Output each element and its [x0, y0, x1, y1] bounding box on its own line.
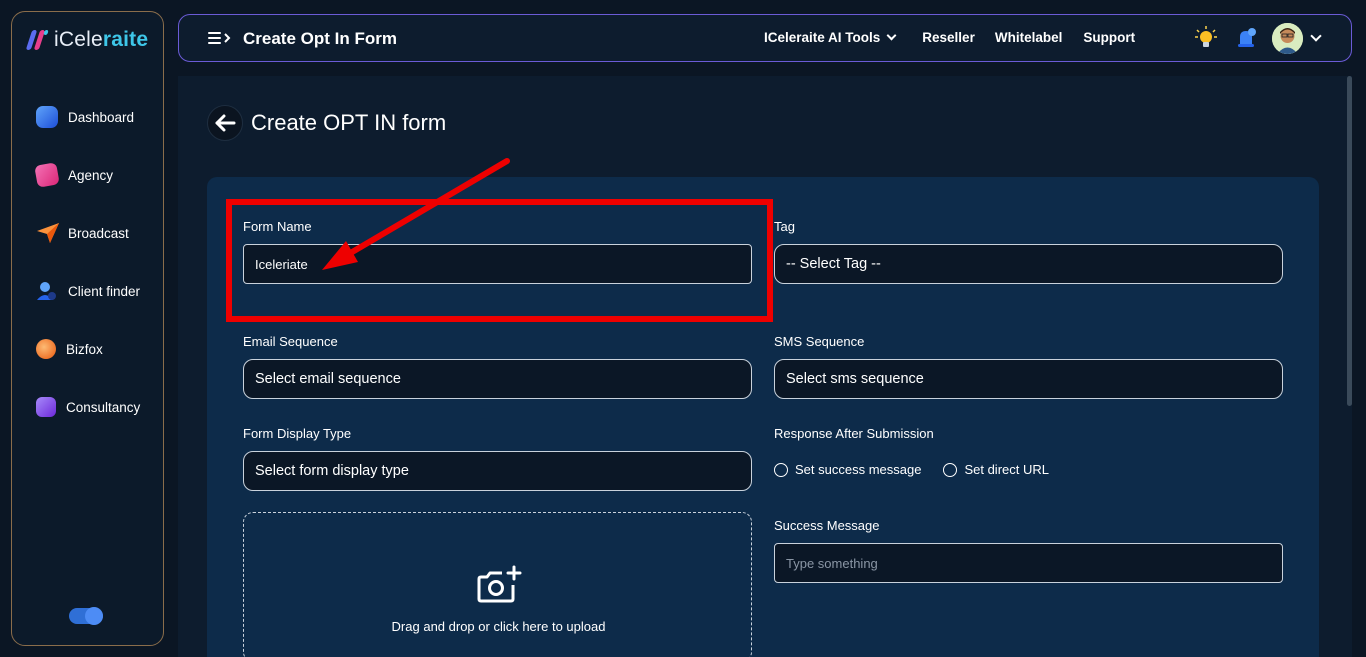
response-label: Response After Submission — [774, 426, 934, 441]
lightbulb-icon[interactable] — [1195, 26, 1217, 50]
brand-logo[interactable]: iCeleraite — [25, 28, 149, 52]
sms-sequence-label: SMS Sequence — [774, 334, 865, 349]
success-message-input[interactable] — [774, 543, 1283, 583]
user-avatar[interactable] — [1272, 23, 1303, 54]
tag-select[interactable]: -- Select Tag -- — [774, 244, 1283, 284]
top-bar: Create Opt In Form ICeleraite AI Tools R… — [178, 14, 1352, 62]
highlight-box — [226, 199, 773, 322]
whitelabel-link[interactable]: Whitelabel — [995, 30, 1063, 45]
email-sequence-label: Email Sequence — [243, 334, 338, 349]
sidebar-item-label: Consultancy — [66, 399, 141, 415]
sidebar-item-label: Broadcast — [68, 225, 129, 241]
bizfox-icon — [36, 339, 56, 359]
display-type-select[interactable]: Select form display type — [243, 451, 752, 491]
chevron-down-icon — [886, 30, 897, 41]
logo-mark-icon — [25, 29, 50, 51]
success-message-radio[interactable] — [774, 462, 788, 477]
back-button[interactable] — [207, 105, 243, 141]
email-sequence-select[interactable]: Select email sequence — [243, 359, 752, 399]
upload-hint: Drag and drop or click here to upload — [391, 619, 606, 634]
upload-dropzone[interactable]: Drag and drop or click here to upload — [243, 512, 752, 657]
sidebar-item-client-finder[interactable]: Client finder — [36, 262, 140, 320]
display-type-label: Form Display Type — [243, 426, 352, 441]
sidebar-item-dashboard[interactable]: Dashboard — [36, 88, 140, 146]
sidebar-item-label: Bizfox — [66, 341, 103, 357]
paper-plane-icon — [36, 222, 59, 244]
sidebar-nav: Dashboard Agency Broadcast Client finder… — [34, 88, 140, 436]
success-message-label: Success Message — [774, 518, 880, 533]
sms-sequence-select[interactable]: Select sms sequence — [774, 359, 1283, 399]
notification-bell-icon[interactable] — [1234, 27, 1258, 49]
consultancy-icon — [36, 397, 56, 417]
arrow-left-icon — [215, 114, 236, 132]
sidebar-item-consultancy[interactable]: Consultancy — [36, 378, 140, 436]
ai-tools-menu[interactable]: ICeleraite AI Tools — [764, 30, 897, 45]
reseller-link[interactable]: Reseller — [922, 30, 975, 45]
sidebar-item-agency[interactable]: Agency — [34, 146, 140, 204]
brand-name: iCeleraite — [54, 28, 149, 51]
agency-icon — [34, 162, 60, 188]
sidebar: iCeleraite Dashboard Agency Broadcast Cl… — [11, 11, 164, 646]
menu-toggle-icon[interactable] — [208, 31, 232, 47]
top-bar-title: Create Opt In Form — [243, 29, 397, 48]
dashboard-icon — [36, 106, 58, 128]
chevron-down-icon[interactable] — [1310, 30, 1322, 42]
top-nav-links: ICeleraite AI Tools Reseller Whitelabel … — [764, 30, 1135, 45]
sidebar-item-label: Dashboard — [68, 109, 135, 125]
scrollbar[interactable] — [1347, 76, 1352, 406]
support-link[interactable]: Support — [1083, 30, 1135, 45]
response-radio-group: Set success message Set direct URL — [774, 462, 1049, 477]
sidebar-item-label: Client finder — [68, 283, 141, 299]
sidebar-item-broadcast[interactable]: Broadcast — [36, 204, 140, 262]
direct-url-radio[interactable] — [943, 462, 958, 477]
client-finder-icon — [36, 280, 58, 302]
sidebar-item-bizfox[interactable]: Bizfox — [36, 320, 140, 378]
sidebar-item-label: Agency — [68, 167, 114, 183]
tag-label: Tag — [774, 219, 795, 234]
add-photo-icon — [476, 565, 522, 605]
success-message-option-label[interactable]: Set success message — [795, 462, 921, 477]
theme-toggle[interactable] — [69, 607, 103, 625]
direct-url-option-label[interactable]: Set direct URL — [964, 462, 1049, 477]
page-title: Create OPT IN form — [251, 110, 447, 135]
